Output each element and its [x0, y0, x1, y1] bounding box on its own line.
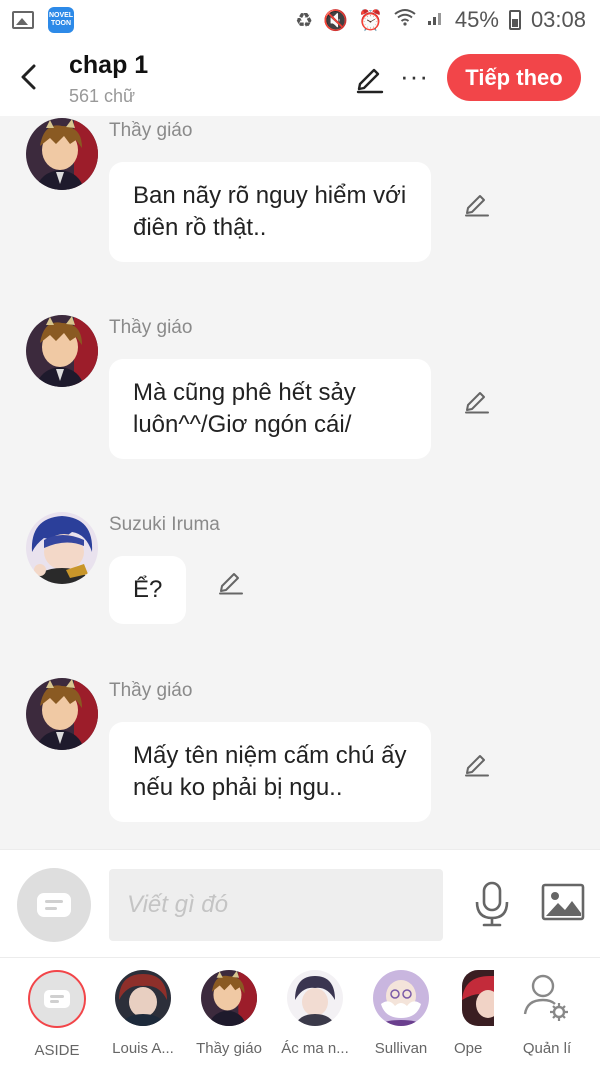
- composer-bar: [0, 849, 600, 957]
- message-bubble[interactable]: Ban nãy rõ nguy hiểm với điên rồ thật..: [109, 162, 431, 262]
- ope-avatar: [462, 970, 494, 1026]
- message-bubble[interactable]: Mà cũng phê hết sảy luôn^^/Giơ ngón cái/: [109, 359, 431, 459]
- pencil-icon: [465, 755, 489, 777]
- character-demon[interactable]: Ác ma n...: [272, 970, 358, 1057]
- sender-name: Suzuki Iruma: [109, 514, 220, 535]
- image-button[interactable]: [541, 883, 585, 921]
- character-bar: ASIDE Louis A... Thầy giáo Ác ma n... Su…: [0, 957, 600, 1067]
- microphone-button[interactable]: [472, 880, 512, 928]
- image-icon: [541, 883, 585, 921]
- mute-icon: 🔇: [323, 9, 348, 32]
- gallery-notification-icon: [12, 11, 34, 29]
- teacher-avatar[interactable]: [26, 118, 98, 190]
- status-bar-left: NOVEL TOON: [12, 7, 74, 33]
- louis-avatar: [115, 970, 171, 1026]
- chapter-title: chap 1: [69, 51, 149, 79]
- chevron-left-icon: [21, 64, 36, 90]
- character-name: Ope: [454, 1040, 483, 1057]
- signal-icon: [427, 8, 445, 32]
- more-options-button[interactable]: ···: [400, 62, 428, 94]
- character-teacher[interactable]: Thầy giáo: [186, 970, 272, 1057]
- edit-message-button[interactable]: [463, 386, 491, 414]
- character-sullivan[interactable]: Sullivan: [358, 970, 444, 1057]
- character-name: Ác ma n...: [281, 1040, 349, 1057]
- demon-avatar: [287, 970, 343, 1026]
- word-count: 561 chữ: [69, 86, 136, 106]
- edit-message-button[interactable]: [217, 567, 245, 595]
- pencil-icon: [465, 392, 489, 414]
- character-name: Sullivan: [374, 1040, 428, 1057]
- message-input[interactable]: [109, 869, 443, 941]
- character-aside[interactable]: ASIDE: [14, 970, 100, 1059]
- character-louis[interactable]: Louis A...: [100, 970, 186, 1057]
- pencil-icon: [219, 573, 243, 595]
- wifi-icon: [393, 8, 417, 32]
- chat-bubble-icon: [44, 990, 70, 1008]
- novel-toon-app-icon: NOVEL TOON: [48, 7, 74, 33]
- pencil-icon: [356, 68, 384, 94]
- microphone-icon: [475, 881, 509, 927]
- teacher-avatar[interactable]: [26, 315, 98, 387]
- character-name: Thầy giáo: [196, 1040, 262, 1057]
- aside-avatar: [28, 970, 86, 1028]
- chapter-title-block: chap 1 561 chữ: [69, 51, 148, 107]
- chat-area[interactable]: Thầy giáo Ban nãy rõ nguy hiểm với điên …: [0, 116, 600, 849]
- sullivan-avatar: [373, 970, 429, 1026]
- teacher-avatar: [201, 970, 257, 1026]
- status-bar-right: ♻ 🔇 ⏰ 45% 03:08: [295, 7, 586, 33]
- message-bubble[interactable]: Ể?: [109, 556, 186, 624]
- sender-name: Thầy giáo: [109, 120, 193, 141]
- message-bubble[interactable]: Mấy tên niệm cấm chú ấy nếu ko phải bị n…: [109, 722, 431, 822]
- edit-title-button[interactable]: [354, 62, 386, 94]
- user-settings-icon: [523, 974, 568, 1021]
- alarm-icon: ⏰: [357, 9, 383, 32]
- manage-icon-wrap: [519, 970, 575, 1026]
- character-name: Louis A...: [112, 1040, 174, 1057]
- edit-message-button[interactable]: [463, 189, 491, 217]
- chat-bubble-icon: [37, 893, 71, 917]
- clock: 03:08: [530, 7, 586, 32]
- chapter-header: chap 1 561 chữ ··· Tiếp theo: [0, 40, 600, 116]
- pencil-icon: [465, 195, 489, 217]
- sender-name: Thầy giáo: [109, 317, 193, 338]
- battery-percent: 45%: [454, 7, 499, 32]
- sender-name: Thầy giáo: [109, 680, 193, 701]
- edit-message-button[interactable]: [463, 749, 491, 777]
- iruma-avatar[interactable]: [26, 512, 98, 584]
- character-name: Quản lí: [522, 1040, 572, 1057]
- manage-characters-button[interactable]: Quản lí: [504, 970, 590, 1057]
- battery-icon: [508, 10, 521, 30]
- next-button[interactable]: Tiếp theo: [447, 54, 581, 101]
- teacher-avatar[interactable]: [26, 678, 98, 750]
- back-button[interactable]: [14, 60, 42, 94]
- character-name: ASIDE: [34, 1042, 80, 1059]
- aside-toggle-button[interactable]: [17, 868, 91, 942]
- status-bar: NOVEL TOON ♻ 🔇 ⏰ 45% 03:08: [0, 0, 600, 40]
- recycle-icon: ♻: [295, 9, 314, 32]
